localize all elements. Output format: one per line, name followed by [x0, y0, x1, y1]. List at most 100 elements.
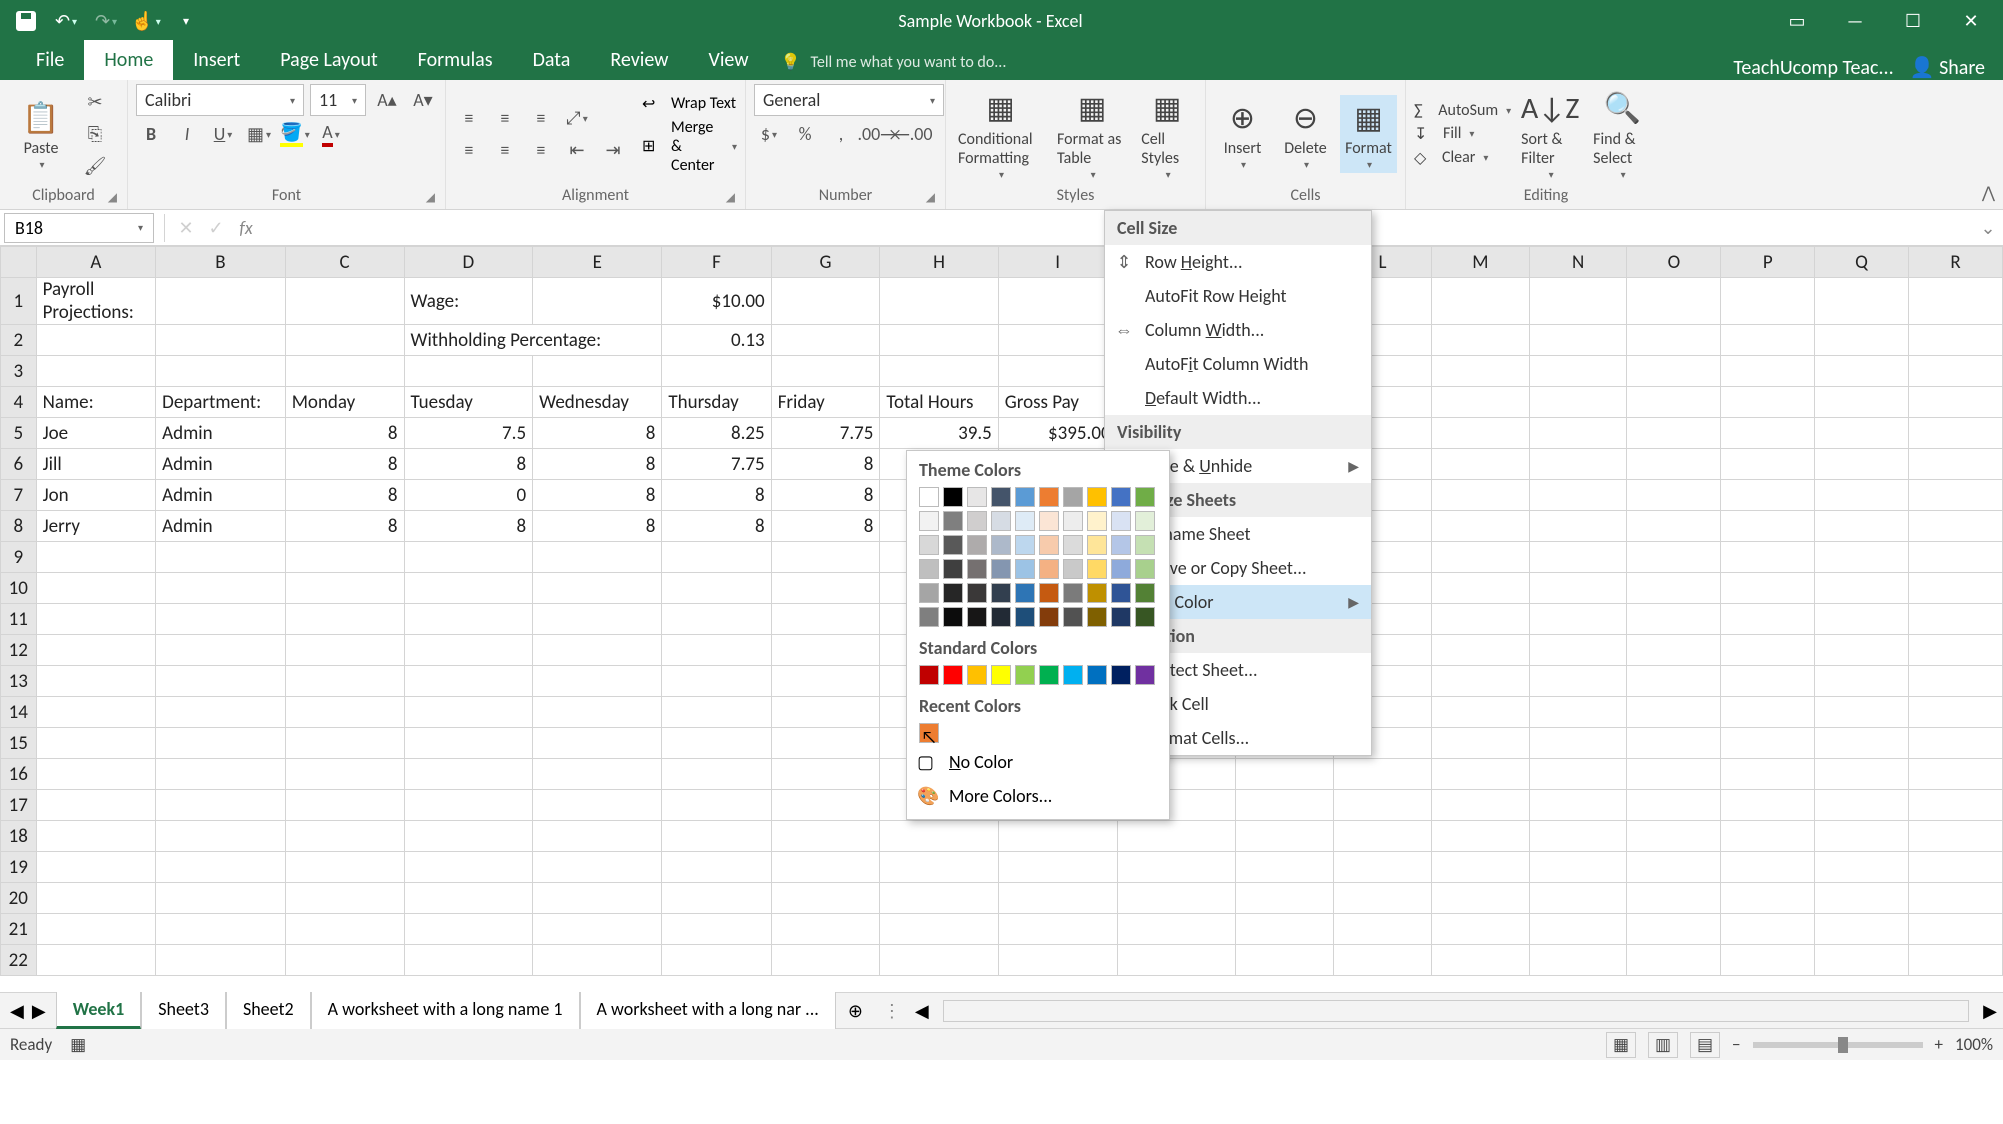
cell[interactable] [533, 573, 662, 604]
cell[interactable] [1431, 945, 1529, 976]
more-colors-option[interactable]: 🎨More Colors... [907, 779, 1169, 813]
cell[interactable] [1721, 480, 1815, 511]
close-icon[interactable]: ✕ [1943, 1, 1999, 41]
cell[interactable] [1815, 542, 1909, 573]
cell[interactable]: 8 [771, 449, 880, 480]
cell[interactable] [1529, 418, 1627, 449]
color-swatch[interactable] [1063, 583, 1083, 603]
cell[interactable] [404, 883, 533, 914]
cell[interactable] [36, 666, 156, 697]
cell[interactable] [1236, 821, 1334, 852]
cell[interactable] [1431, 573, 1529, 604]
row-header[interactable]: 12 [1, 635, 37, 666]
cell[interactable] [1909, 821, 2003, 852]
cell[interactable] [1815, 356, 1909, 387]
cell[interactable]: $10.00 [662, 278, 771, 325]
ribbon-tab-insert[interactable]: Insert [173, 40, 260, 80]
cell[interactable] [1815, 821, 1909, 852]
cell[interactable] [1431, 759, 1529, 790]
menu-row-height[interactable]: ⇕Row Height... [1105, 245, 1371, 279]
color-swatch[interactable] [967, 487, 987, 507]
row-header[interactable]: 11 [1, 604, 37, 635]
cell[interactable] [285, 356, 404, 387]
cell[interactable] [1815, 728, 1909, 759]
cell[interactable]: Payroll Projections: [36, 278, 156, 325]
zoom-slider[interactable] [1753, 1042, 1923, 1048]
cell[interactable] [1815, 666, 1909, 697]
cell[interactable] [1721, 325, 1815, 356]
cell[interactable] [1627, 759, 1721, 790]
cell[interactable] [285, 945, 404, 976]
cell[interactable]: Admin [156, 449, 286, 480]
cell[interactable] [1815, 759, 1909, 790]
cell[interactable] [998, 852, 1117, 883]
cell[interactable] [404, 759, 533, 790]
cell[interactable]: 8 [533, 480, 662, 511]
fill-button[interactable]: ↧ Fill▾ [1414, 124, 1511, 144]
color-swatch[interactable] [1039, 487, 1059, 507]
cell[interactable] [36, 356, 156, 387]
cell-styles-button[interactable]: ▦Cell Styles▾ [1137, 86, 1197, 183]
cell[interactable] [771, 914, 880, 945]
cell[interactable]: 39.5 [880, 418, 998, 449]
scroll-right-icon[interactable]: ▶ [1977, 1000, 2003, 1022]
cell[interactable] [1334, 852, 1432, 883]
cell[interactable] [1236, 852, 1334, 883]
cell[interactable] [1529, 635, 1627, 666]
cell[interactable]: Admin [156, 418, 286, 449]
color-swatch[interactable] [919, 487, 939, 507]
decrease-decimal-icon[interactable]: ←.00 [898, 120, 928, 148]
cell[interactable] [1627, 821, 1721, 852]
tell-me-box[interactable]: 💡 Tell me what you want to do... [769, 44, 1734, 80]
align-right-icon[interactable]: ≡ [526, 136, 556, 164]
column-header[interactable]: R [1909, 247, 2003, 278]
cell[interactable]: Name: [36, 387, 156, 418]
row-header[interactable]: 3 [1, 356, 37, 387]
normal-view-icon[interactable]: ▦ [1606, 1032, 1636, 1058]
cell[interactable] [156, 821, 286, 852]
cell[interactable] [1236, 883, 1334, 914]
row-header[interactable]: 15 [1, 728, 37, 759]
cell[interactable] [998, 356, 1117, 387]
ribbon-tab-view[interactable]: View [688, 40, 768, 80]
cell[interactable] [404, 790, 533, 821]
menu-column-width[interactable]: ⇔Column Width... [1105, 313, 1371, 347]
color-swatch[interactable] [1039, 559, 1059, 579]
cell[interactable] [36, 914, 156, 945]
cell[interactable] [1909, 883, 2003, 914]
color-swatch[interactable] [1111, 583, 1131, 603]
cell[interactable] [1627, 945, 1721, 976]
cell[interactable] [36, 573, 156, 604]
cell[interactable] [36, 883, 156, 914]
menu-autofit-row[interactable]: AutoFit Row Height [1105, 279, 1371, 313]
color-swatch[interactable] [1111, 665, 1131, 685]
row-header[interactable]: 20 [1, 883, 37, 914]
cell[interactable] [1627, 418, 1721, 449]
page-layout-view-icon[interactable]: ▥ [1648, 1032, 1678, 1058]
cell[interactable] [1431, 542, 1529, 573]
cell[interactable] [1627, 542, 1721, 573]
color-swatch[interactable] [1015, 607, 1035, 627]
row-header[interactable]: 2 [1, 325, 37, 356]
color-swatch[interactable] [943, 559, 963, 579]
font-dialog-icon[interactable]: ◢ [426, 190, 435, 205]
row-header[interactable]: 16 [1, 759, 37, 790]
cell[interactable] [285, 914, 404, 945]
color-swatch[interactable] [1015, 665, 1035, 685]
page-break-view-icon[interactable]: ▤ [1690, 1032, 1720, 1058]
cell[interactable] [1815, 480, 1909, 511]
cell[interactable] [1529, 945, 1627, 976]
cell[interactable] [404, 945, 533, 976]
cell[interactable] [1431, 356, 1529, 387]
cell[interactable] [1909, 356, 2003, 387]
cell[interactable] [1721, 914, 1815, 945]
cell[interactable] [662, 883, 771, 914]
cell[interactable] [1815, 604, 1909, 635]
cell[interactable] [36, 542, 156, 573]
cell[interactable] [1529, 325, 1627, 356]
cell[interactable] [1815, 278, 1909, 325]
cell[interactable]: 7.75 [771, 418, 880, 449]
clipboard-dialog-icon[interactable]: ◢ [108, 190, 117, 205]
cell[interactable] [1721, 821, 1815, 852]
cell[interactable] [1627, 635, 1721, 666]
